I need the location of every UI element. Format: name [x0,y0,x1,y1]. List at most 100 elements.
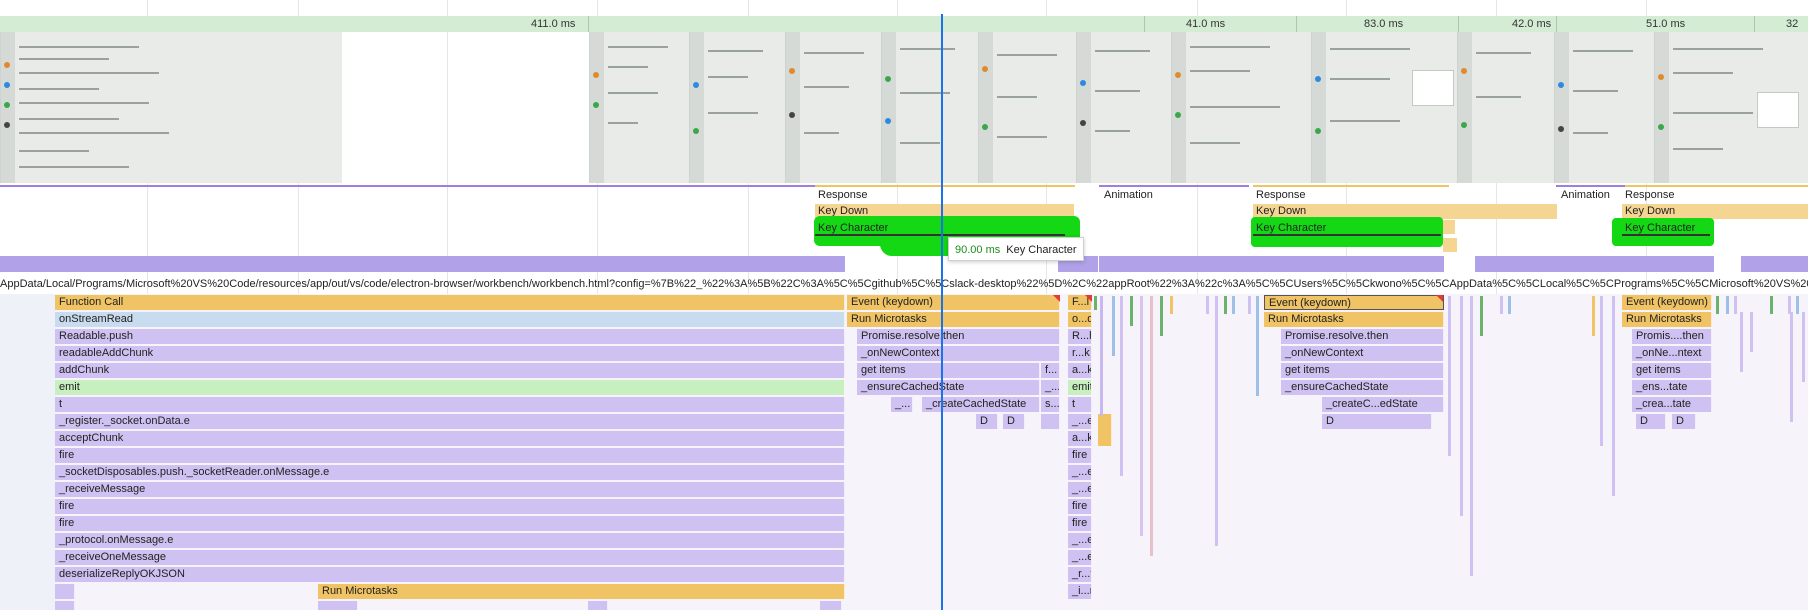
screenshot-frame[interactable] [881,32,979,183]
flame-block[interactable] [318,601,358,610]
flame-on-new-context[interactable]: _onNewContext [1281,346,1444,361]
flame-d[interactable]: D [1322,414,1432,429]
timing-divider [1144,16,1145,32]
flame-narrow-frame[interactable]: _r...t [1068,567,1092,582]
flame-narrow-frame[interactable]: t [1068,397,1092,412]
flame-register-socket-ondata[interactable]: _register._socket.onData.e [55,414,845,429]
flame-narrow-frame[interactable]: _...e [1068,465,1092,480]
flame-narrow-frame[interactable]: fire [1068,516,1092,531]
flame-narrow-frame[interactable]: r...k [1068,346,1092,361]
flame-narrow-frame[interactable]: fire [1068,499,1092,514]
flame-d[interactable]: D [1672,414,1696,429]
task-bar[interactable] [1099,256,1444,272]
flame-add-chunk[interactable]: addChunk [55,363,845,378]
flame-fire[interactable]: fire [55,448,845,463]
flame-emit[interactable]: emit [55,380,845,395]
interaction-animation-label: Animation [1561,189,1610,201]
flame-narrow-frame[interactable]: _...e [1068,414,1092,429]
flame-ellipsis[interactable]: _... [1041,380,1060,395]
flame-s[interactable]: s... [1041,397,1060,412]
flame-ensure-cached-state[interactable]: _ensureCachedState [1281,380,1444,395]
flame-create-cached-state[interactable]: _createC...edState [1322,397,1444,412]
flame-receive-one-message[interactable]: _receiveOneMessage [55,550,845,565]
flame-event-keydown[interactable]: Event (keydown) [847,295,1060,310]
task-bar[interactable] [1741,256,1808,272]
flame-d[interactable]: D [1003,414,1025,429]
main-thread-url[interactable]: AppData/Local/Programs/Microsoft%20VS%20… [0,277,1808,292]
screenshot-frame[interactable] [785,32,882,183]
flame-protocol-onmessage[interactable]: _protocol.onMessage.e [55,533,845,548]
flame-on-stream-read[interactable]: onStreamRead [55,312,845,327]
flame-block[interactable] [820,601,842,610]
task-bar[interactable] [1475,256,1714,272]
flame-t[interactable]: t [55,397,845,412]
screenshots-filmstrip[interactable] [0,32,1808,183]
flame-run-microtasks[interactable]: Run Microtasks [1264,312,1444,327]
flame-narrow-frame[interactable]: R...h [1068,329,1092,344]
flame-ensure-cached-state[interactable]: _ens...tate [1632,380,1712,395]
screenshot-frame[interactable] [978,32,1077,183]
flame-block[interactable] [1098,414,1112,446]
flame-get-items[interactable]: get items [857,363,1040,378]
flame-block[interactable] [1041,414,1060,429]
flame-socket-disposables-push[interactable]: _socketDisposables.push._socketReader.on… [55,465,845,480]
flame-run-microtasks[interactable]: Run Microtasks [1622,312,1712,327]
interaction-animation-label: Animation [1104,189,1153,201]
flame-on-new-context[interactable]: _onNewContext [857,346,1060,361]
screenshot-frame[interactable] [589,32,690,183]
flame-narrow-frame[interactable]: a...k [1068,363,1092,378]
screenshot-frame[interactable] [1311,32,1458,183]
timing-label: 32 [1786,18,1799,30]
flame-block[interactable] [55,584,75,599]
flame-event-keydown[interactable]: Event (keydown) [1264,295,1444,310]
flame-narrow-frame[interactable]: _...e [1068,533,1092,548]
flame-promise-resolve-then[interactable]: Promise.resolve.then [1281,329,1444,344]
flame-ellipsis[interactable]: _... [891,397,913,412]
flame-deserialize-reply[interactable]: deserializeReplyOKJSON [55,567,845,582]
flame-promise-resolve-then[interactable]: Promise.resolve.then [857,329,1060,344]
screenshot-frame[interactable] [1076,32,1172,183]
flame-narrow-frame[interactable]: _...e [1068,550,1092,565]
timing-divider [588,16,589,32]
flame-get-items[interactable]: get items [1281,363,1444,378]
screenshot-frame[interactable] [1654,32,1808,183]
key-down-bar[interactable]: Key Down [1622,204,1808,219]
flame-fire[interactable]: fire [55,499,845,514]
task-bar[interactable] [0,256,845,272]
flame-get-items[interactable]: get items [1632,363,1712,378]
flame-narrow-frame[interactable]: o...d [1068,312,1092,327]
screenshot-frame[interactable] [1554,32,1655,183]
flame-create-cached-state[interactable]: _crea...tate [1632,397,1712,412]
flame-fire[interactable]: fire [55,516,845,531]
screenshot-frame[interactable] [689,32,786,183]
flame-ensure-cached-state[interactable]: _ensureCachedState [857,380,1040,395]
flame-readable-add-chunk[interactable]: readableAddChunk [55,346,845,361]
timing-label: 411.0 ms [531,18,576,30]
interaction-response-label: Response [1256,189,1306,201]
flame-readable-push[interactable]: Readable.push [55,329,845,344]
flame-block[interactable] [588,601,608,610]
flame-on-new-context[interactable]: _onNe...ntext [1632,346,1712,361]
flame-narrow-frame[interactable]: a...k [1068,431,1092,446]
key-down-label: Key Down [1625,205,1676,217]
flame-function-call[interactable]: Function Call [55,295,845,310]
screenshot-frame[interactable] [1457,32,1555,183]
flame-narrow-frame[interactable]: fire [1068,448,1092,463]
flame-create-cached-state[interactable]: _createCachedState [922,397,1040,412]
flame-narrow-frame[interactable]: _i...r [1068,584,1092,599]
flame-block[interactable] [55,601,75,610]
flame-f[interactable]: f... [1041,363,1060,378]
screenshot-frame[interactable] [0,32,342,183]
flame-receive-message[interactable]: _receiveMessage [55,482,845,497]
flame-d[interactable]: D [1636,414,1666,429]
flame-event-keydown[interactable]: Event (keydown) [1622,295,1712,310]
flame-run-microtasks[interactable]: Run Microtasks [847,312,1060,327]
flame-run-microtasks[interactable]: Run Microtasks [318,584,845,599]
timeline-cursor[interactable] [941,14,943,610]
flame-d[interactable]: D [976,414,998,429]
flame-narrow-frame[interactable]: _...e [1068,482,1092,497]
screenshot-frame[interactable] [1171,32,1312,183]
flame-promise-resolve-then[interactable]: Promis....then [1632,329,1712,344]
flame-narrow-frame[interactable]: emit [1068,380,1092,395]
flame-accept-chunk[interactable]: acceptChunk [55,431,845,446]
